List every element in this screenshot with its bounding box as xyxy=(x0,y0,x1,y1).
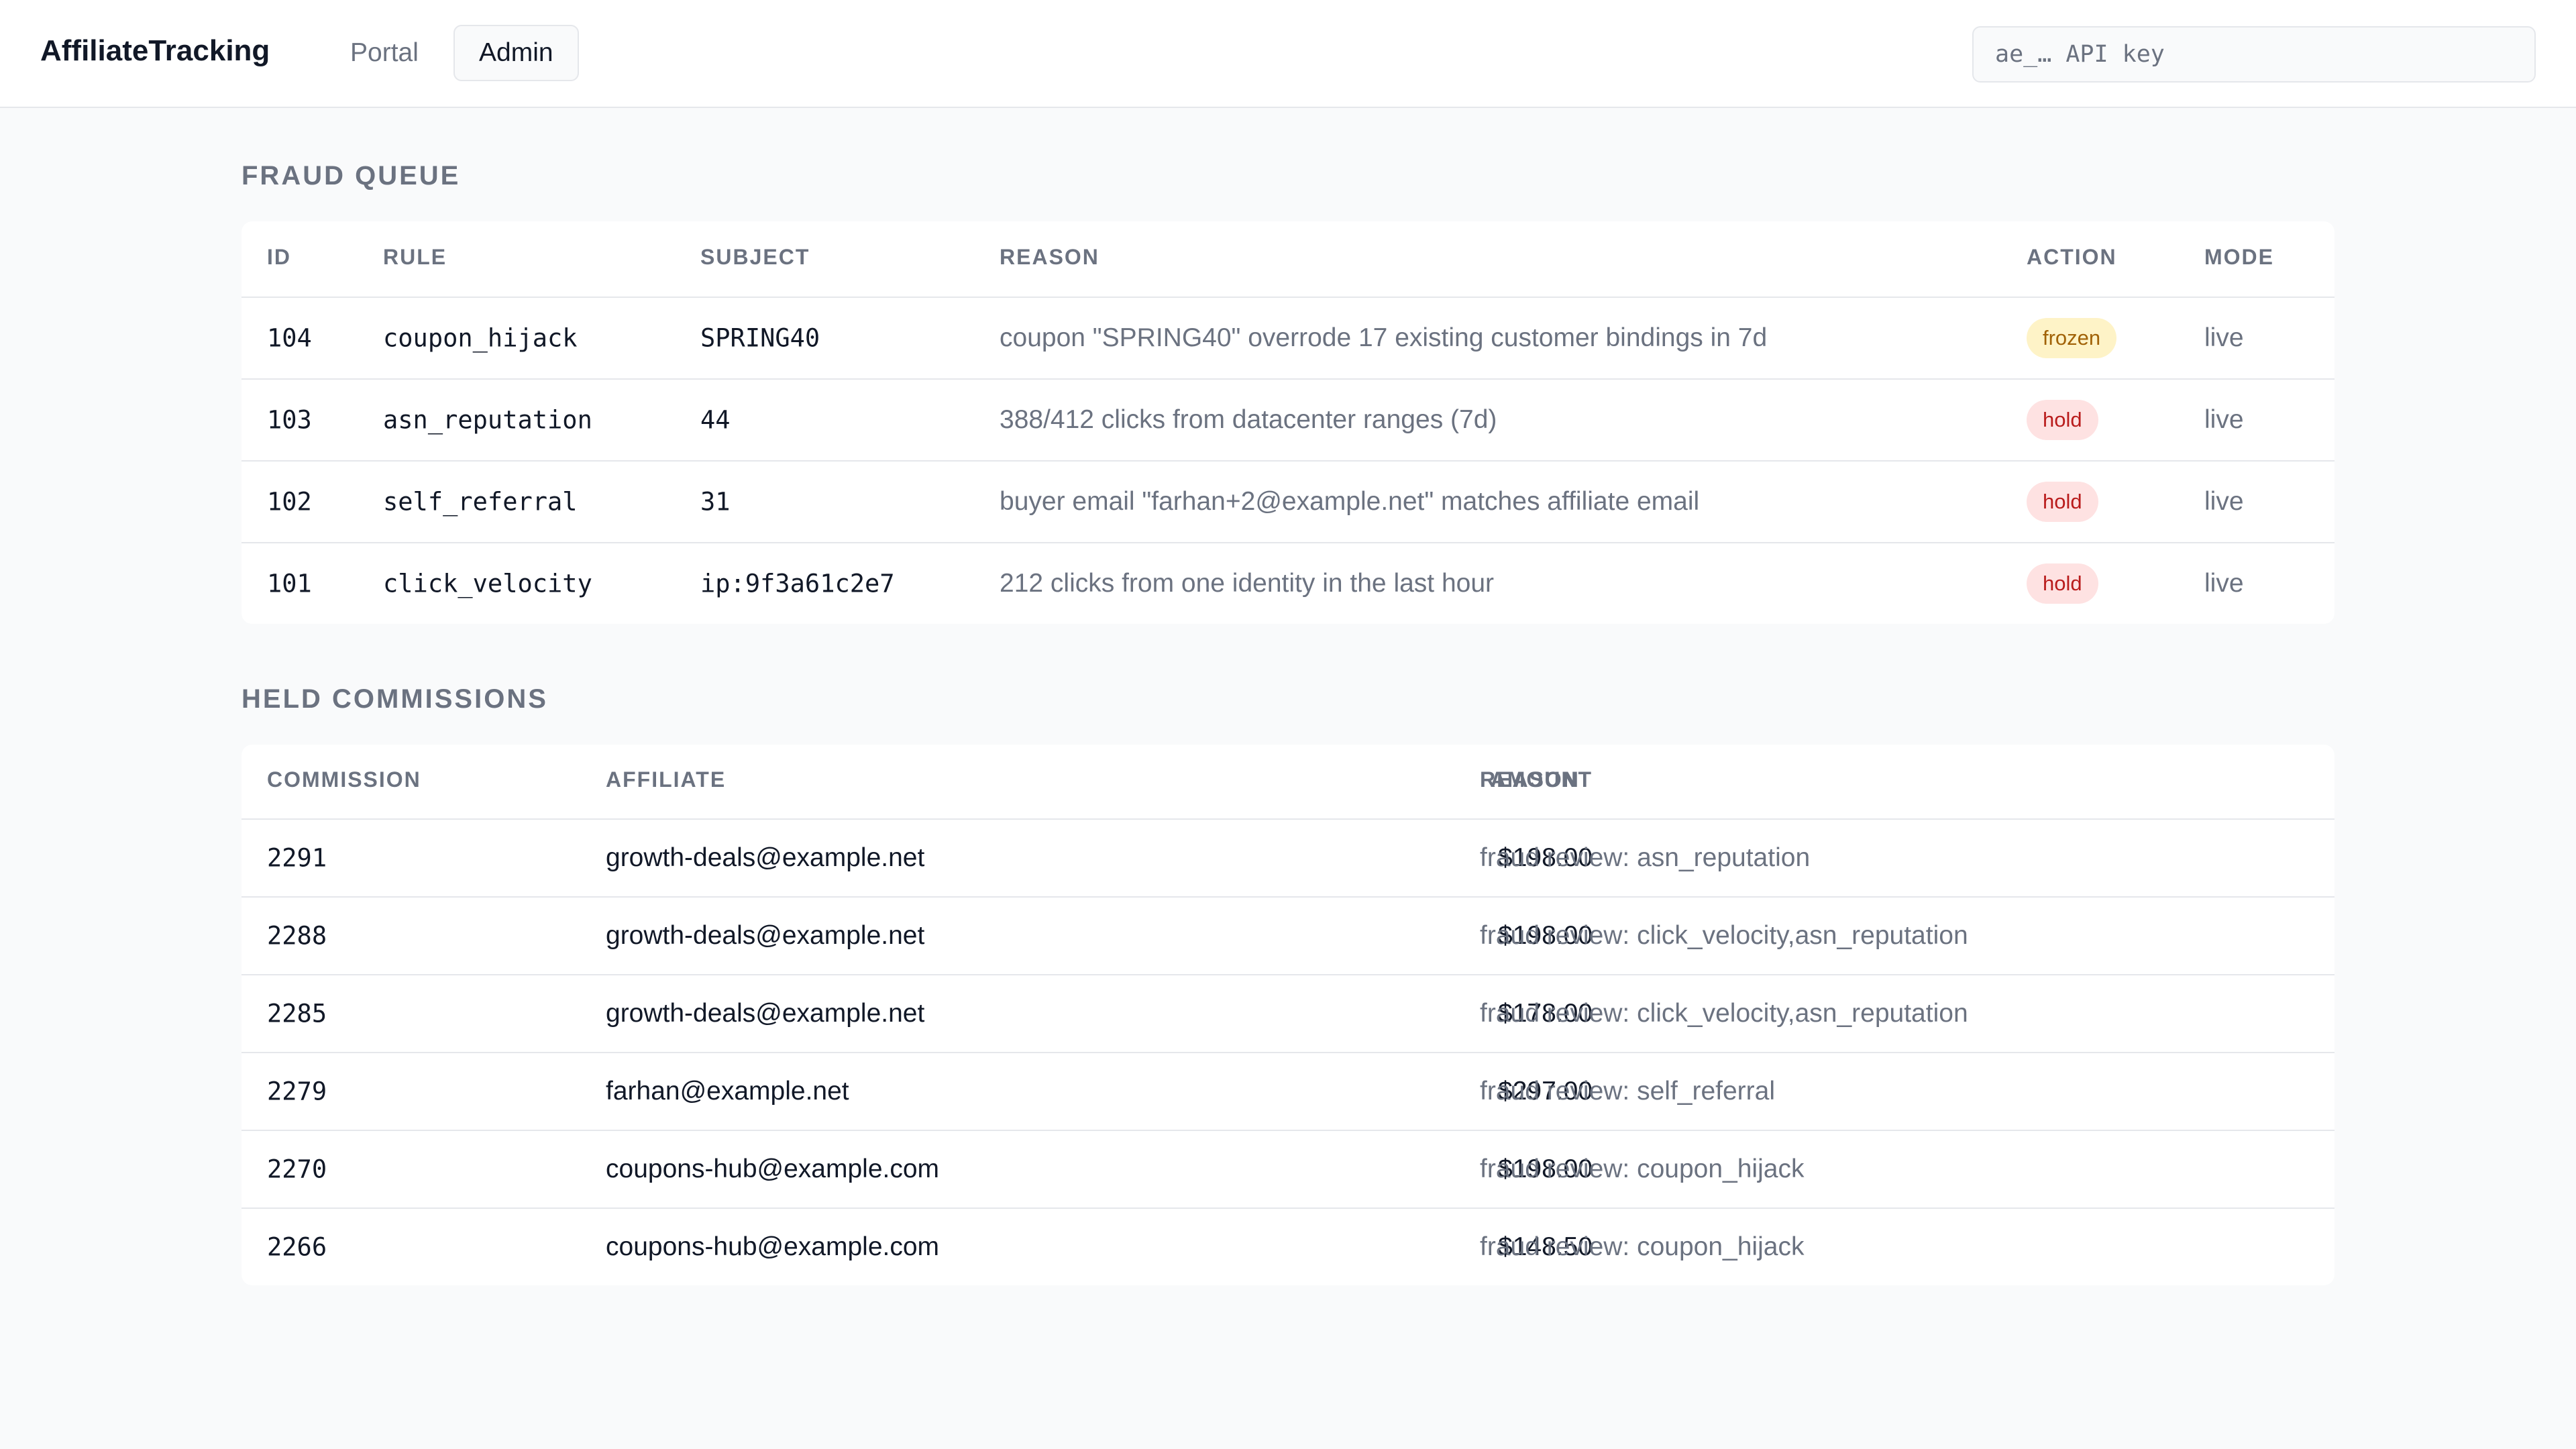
fraud-id: 104 xyxy=(267,323,312,353)
table-row: 2285 growth-deals@example.net $178.00 fr… xyxy=(241,974,2334,1052)
fraud-mode: live xyxy=(2204,569,2244,598)
brand-logo: AffiliateTracking xyxy=(40,34,270,67)
table-row: 2279 farhan@example.net $297.00 fraud re… xyxy=(241,1052,2334,1130)
fraud-reason: buyer email "farhan+2@example.net" match… xyxy=(1000,487,1700,516)
commission-reason: fraud review: click_velocity,asn_reputat… xyxy=(1480,999,1968,1028)
fraud-reason: coupon "SPRING40" overrode 17 existing c… xyxy=(1000,323,1768,352)
column-header-id: ID xyxy=(267,245,291,269)
column-header-commission: COMMISSION xyxy=(267,767,421,792)
tab-admin[interactable]: Admin xyxy=(453,25,579,81)
fraud-reason: 388/412 clicks from datacenter ranges (7… xyxy=(1000,405,1497,434)
fraud-queue-table: ID RULE SUBJECT REASON ACTION MODE 104 c… xyxy=(241,221,2334,624)
commission-id: 2270 xyxy=(267,1155,327,1184)
affiliate-email: coupons-hub@example.com xyxy=(606,1155,940,1183)
fraud-reason: 212 clicks from one identity in the last… xyxy=(1000,569,1495,598)
column-header-action: ACTION xyxy=(2027,245,2117,269)
affiliate-email: growth-deals@example.net xyxy=(606,921,925,950)
fraud-id: 103 xyxy=(267,405,312,435)
commission-id: 2288 xyxy=(267,921,327,951)
table-row: 102 self_referral 31 buyer email "farhan… xyxy=(241,460,2334,542)
affiliate-email: farhan@example.net xyxy=(606,1077,849,1106)
affiliate-email: growth-deals@example.net xyxy=(606,843,925,872)
affiliate-email: coupons-hub@example.com xyxy=(606,1232,940,1261)
commission-reason: fraud review: asn_reputation xyxy=(1480,843,1811,872)
fraud-mode: live xyxy=(2204,487,2244,516)
column-header-reason: REASON xyxy=(1000,245,1099,269)
fraud-queue-title: FRAUD QUEUE xyxy=(241,161,461,191)
top-bar: AffiliateTracking Portal Admin xyxy=(0,0,2576,108)
fraud-id: 101 xyxy=(267,569,312,598)
commission-id: 2279 xyxy=(267,1077,327,1106)
table-row: 2288 growth-deals@example.net $198.00 fr… xyxy=(241,896,2334,974)
commission-reason: fraud review: coupon_hijack xyxy=(1480,1155,1805,1183)
fraud-rule: coupon_hijack xyxy=(383,323,578,353)
table-row: 101 click_velocity ip:9f3a61c2e7 212 cli… xyxy=(241,542,2334,624)
held-commissions-table: COMMISSION AFFILIATE AMOUNT REASON 2291 … xyxy=(241,745,2334,1285)
action-badge-hold: hold xyxy=(2027,564,2098,604)
fraud-rule: self_referral xyxy=(383,487,578,517)
fraud-mode: live xyxy=(2204,405,2244,434)
commission-id: 2266 xyxy=(267,1232,327,1262)
column-header-mode: MODE xyxy=(2204,245,2274,269)
column-header-reason: REASON xyxy=(1480,767,1580,792)
affiliate-email: growth-deals@example.net xyxy=(606,999,925,1028)
commission-id: 2285 xyxy=(267,999,327,1028)
tab-portal[interactable]: Portal xyxy=(326,25,443,81)
commission-reason: fraud review: coupon_hijack xyxy=(1480,1232,1805,1261)
fraud-id: 102 xyxy=(267,487,312,517)
fraud-subject: 31 xyxy=(700,487,731,517)
fraud-rule: click_velocity xyxy=(383,569,592,598)
api-key-input[interactable] xyxy=(1972,26,2536,83)
column-header-rule: RULE xyxy=(383,245,447,269)
column-header-affiliate: AFFILIATE xyxy=(606,767,727,792)
fraud-subject: SPRING40 xyxy=(700,323,820,353)
fraud-rule: asn_reputation xyxy=(383,405,592,435)
held-commissions-title: HELD COMMISSIONS xyxy=(241,684,548,714)
table-row: 2266 coupons-hub@example.com $148.50 fra… xyxy=(241,1208,2334,1285)
table-row: 103 asn_reputation 44 388/412 clicks fro… xyxy=(241,378,2334,460)
fraud-mode: live xyxy=(2204,323,2244,352)
action-badge-hold: hold xyxy=(2027,400,2098,440)
table-row: 104 coupon_hijack SPRING40 coupon "SPRIN… xyxy=(241,297,2334,378)
commission-reason: fraud review: self_referral xyxy=(1480,1077,1776,1106)
column-header-subject: SUBJECT xyxy=(700,245,810,269)
commission-reason: fraud review: click_velocity,asn_reputat… xyxy=(1480,921,1968,950)
fraud-subject: ip:9f3a61c2e7 xyxy=(700,569,895,598)
commission-id: 2291 xyxy=(267,843,327,873)
fraud-subject: 44 xyxy=(700,405,731,435)
action-badge-frozen: frozen xyxy=(2027,318,2117,358)
table-row: 2291 growth-deals@example.net $198.00 fr… xyxy=(241,818,2334,896)
action-badge-hold: hold xyxy=(2027,482,2098,522)
table-row: 2270 coupons-hub@example.com $198.00 fra… xyxy=(241,1130,2334,1208)
